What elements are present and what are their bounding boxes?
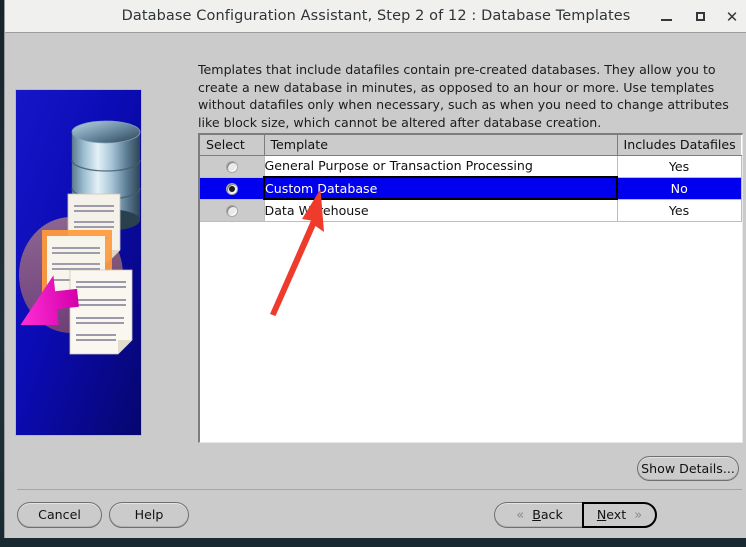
templates-table: Select Template Includes Datafiles Gener… bbox=[200, 135, 742, 222]
close-button[interactable]: ✕ bbox=[723, 8, 741, 26]
window-title: Database Configuration Assistant, Step 2… bbox=[5, 0, 746, 32]
row-radio-cell[interactable] bbox=[200, 155, 264, 177]
includes-datafiles-cell: No bbox=[617, 177, 741, 199]
column-header-template[interactable]: Template bbox=[264, 135, 617, 155]
maximize-button[interactable] bbox=[691, 8, 709, 26]
template-name-cell[interactable]: Custom Database bbox=[264, 177, 617, 199]
column-header-select[interactable]: Select bbox=[200, 135, 264, 155]
table-row[interactable]: Custom Database No bbox=[200, 177, 741, 199]
template-radio-general-purpose[interactable] bbox=[226, 161, 238, 173]
templates-table-panel[interactable]: Select Template Includes Datafiles Gener… bbox=[198, 133, 743, 443]
template-radio-custom-database[interactable] bbox=[226, 183, 238, 195]
back-button[interactable]: « Back bbox=[494, 502, 584, 528]
column-header-includes-datafiles[interactable]: Includes Datafiles bbox=[617, 135, 741, 155]
maximize-icon bbox=[696, 12, 705, 21]
next-button[interactable]: Next » bbox=[582, 502, 657, 528]
dbca-window: Database Configuration Assistant, Step 2… bbox=[4, 0, 746, 538]
table-row[interactable]: General Purpose or Transaction Processin… bbox=[200, 155, 741, 177]
close-icon: ✕ bbox=[723, 8, 741, 26]
includes-datafiles-cell: Yes bbox=[617, 155, 741, 177]
next-mnemonic: N bbox=[597, 507, 606, 522]
table-header-row: Select Template Includes Datafiles bbox=[200, 135, 741, 155]
show-details-button[interactable]: Show Details... bbox=[637, 456, 739, 481]
chevron-right-icon: » bbox=[634, 508, 642, 523]
document-sheet-front bbox=[70, 270, 132, 354]
includes-datafiles-cell: Yes bbox=[617, 199, 741, 221]
title-bar: Database Configuration Assistant, Step 2… bbox=[5, 0, 746, 33]
template-radio-data-warehouse[interactable] bbox=[226, 205, 238, 217]
splash-illustration bbox=[16, 90, 141, 435]
description-text: Templates that include datafiles contain… bbox=[198, 61, 744, 131]
minimize-button[interactable] bbox=[657, 8, 675, 26]
minimize-icon bbox=[661, 19, 672, 21]
row-radio-cell[interactable] bbox=[200, 177, 264, 199]
splash-graphic bbox=[15, 89, 142, 436]
table-row[interactable]: Data Warehouse Yes bbox=[200, 199, 741, 221]
template-name-cell[interactable]: Data Warehouse bbox=[264, 199, 617, 221]
next-label-rest: ext bbox=[606, 507, 626, 522]
help-button[interactable]: Help bbox=[109, 502, 189, 528]
screen: Database Configuration Assistant, Step 2… bbox=[0, 0, 746, 547]
back-mnemonic: B bbox=[532, 507, 541, 522]
template-name-cell[interactable]: General Purpose or Transaction Processin… bbox=[264, 155, 617, 177]
footer-separator bbox=[17, 489, 742, 490]
chevron-left-icon: « bbox=[516, 508, 524, 523]
navigation-button-group: « Back Next » bbox=[494, 502, 657, 528]
back-label-rest: ack bbox=[541, 507, 563, 522]
row-radio-cell[interactable] bbox=[200, 199, 264, 221]
cancel-button[interactable]: Cancel bbox=[17, 502, 102, 528]
